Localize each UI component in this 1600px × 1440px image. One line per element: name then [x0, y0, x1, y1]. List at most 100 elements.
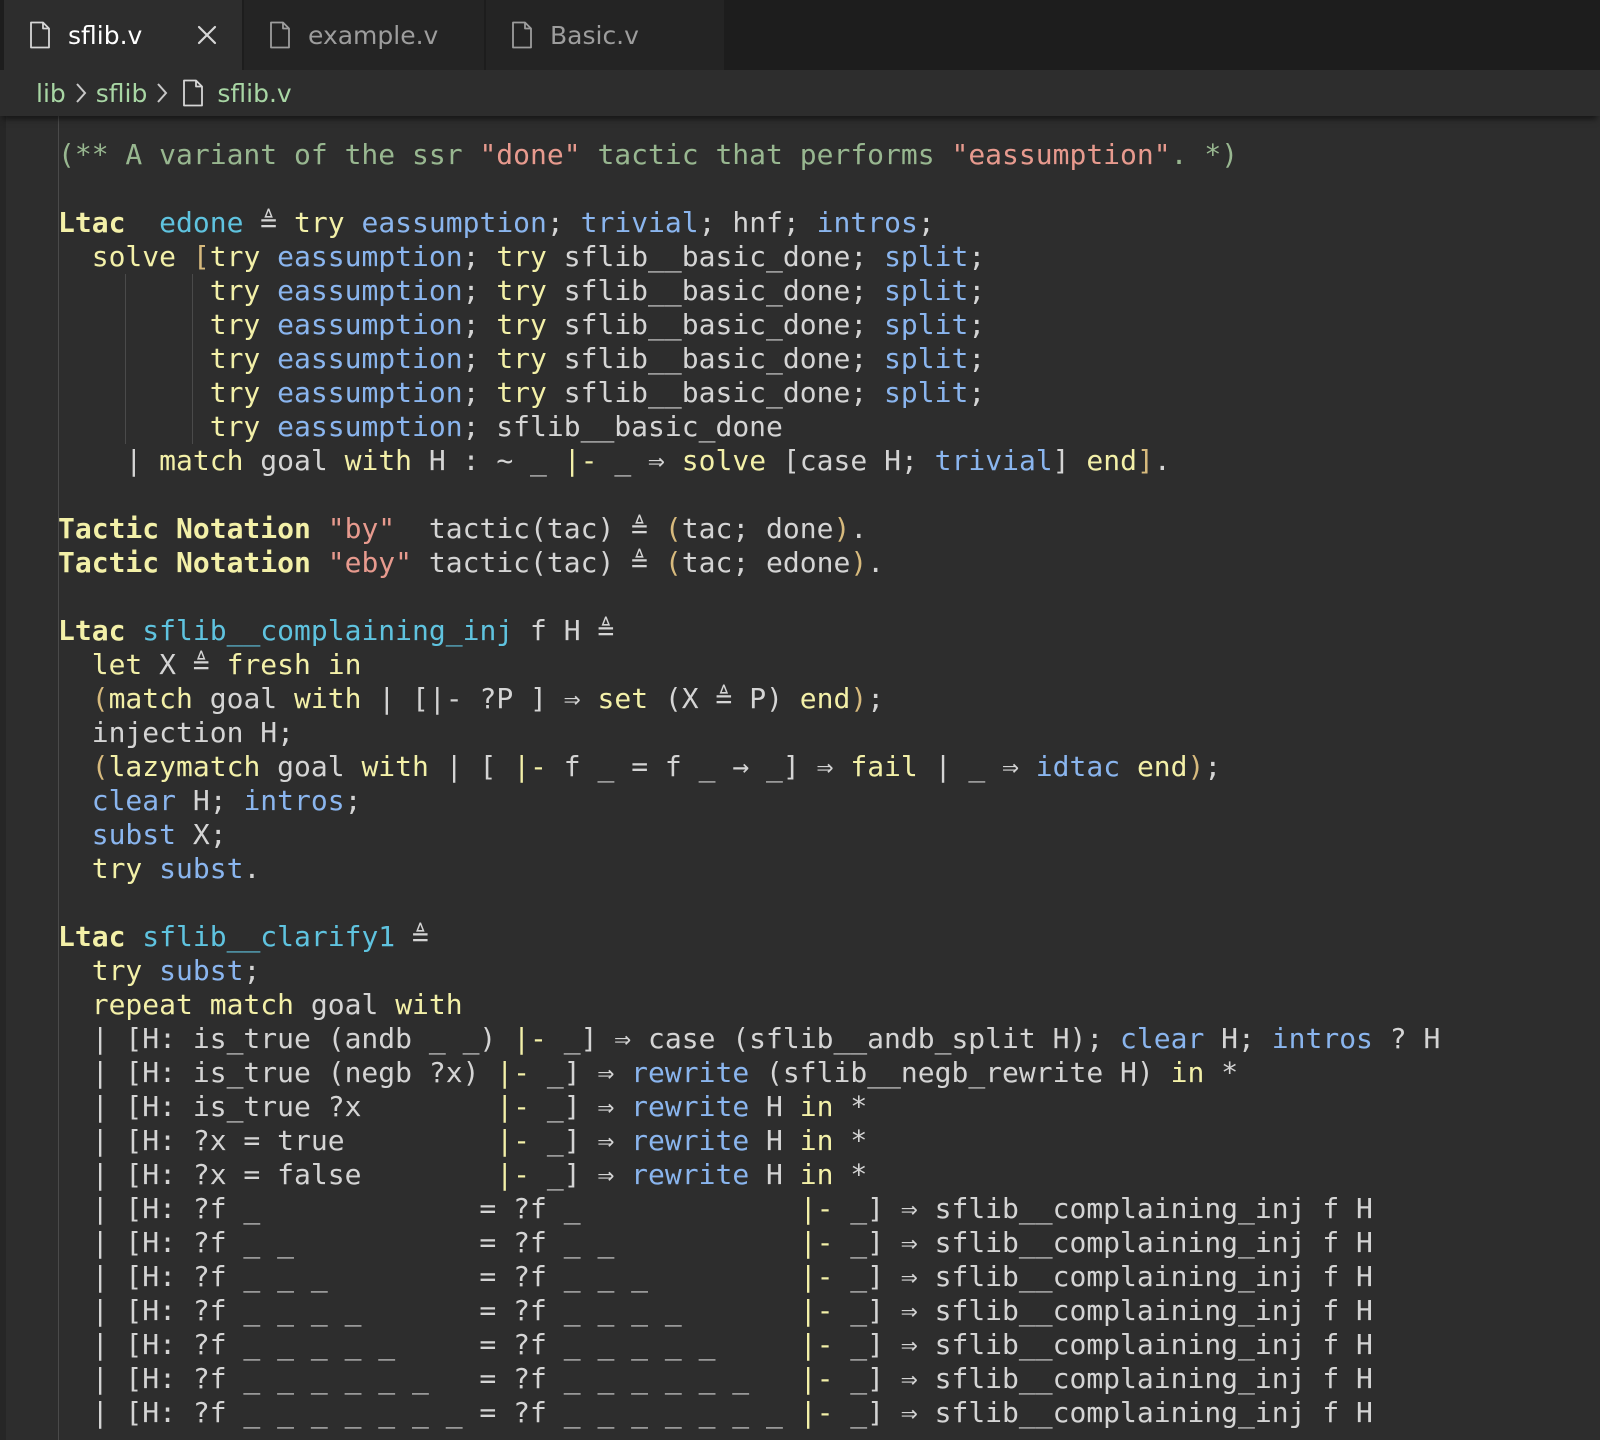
code-token: with: [294, 682, 362, 715]
code-token: _ ⇒: [597, 444, 682, 477]
code-line[interactable]: | [H: ?f _ _ = ?f _ _ |- _] ⇒ sflib__com…: [58, 1226, 1440, 1260]
code-token: |-: [799, 1396, 834, 1429]
code-token: ): [850, 682, 868, 715]
code-token: try: [496, 376, 547, 409]
code-token: X ≜: [142, 648, 227, 681]
code-line[interactable]: try subst.: [58, 852, 1440, 886]
code-token: ;: [546, 206, 581, 239]
code-token: ): [1187, 750, 1205, 783]
code-token: tac; edone: [681, 546, 851, 579]
code-token: idtac: [1035, 750, 1121, 783]
code-token: sflib__basic_done;: [546, 308, 885, 341]
code-token: ≜: [243, 206, 295, 239]
code-token: |-: [799, 1294, 834, 1327]
code-token: try: [91, 954, 143, 987]
code-token: fresh: [226, 648, 311, 681]
code-token: split: [884, 376, 969, 409]
code-token: ; sflib__basic_done: [462, 410, 783, 443]
code-line[interactable]: | [H: ?f _ _ _ = ?f _ _ _ |- _] ⇒ sflib_…: [58, 1260, 1440, 1294]
code-line[interactable]: (lazymatch goal with | [ |- f _ = f _ → …: [58, 750, 1440, 784]
code-content[interactable]: (** A variant of the ssr "done" tactic t…: [58, 138, 1440, 1430]
code-token: try: [496, 274, 547, 307]
code-token: ;: [917, 206, 935, 239]
breadcrumb-item-sflib[interactable]: sflib: [96, 79, 148, 108]
code-token: split: [884, 308, 969, 341]
code-line[interactable]: injection H;: [58, 716, 1440, 750]
code-token: intros: [243, 784, 345, 817]
code-editor[interactable]: (** A variant of the ssr "done" tactic t…: [0, 116, 1600, 1440]
code-line[interactable]: | [H: is_true (negb ?x) |- _] ⇒ rewrite …: [58, 1056, 1440, 1090]
code-line[interactable]: Tactic Notation "eby" tactic(tac) ≜ (tac…: [58, 546, 1440, 580]
code-token: H;: [1204, 1022, 1272, 1055]
code-line[interactable]: try subst;: [58, 954, 1440, 988]
code-line[interactable]: Ltac sflib__complaining_inj f H ≜: [58, 614, 1440, 648]
code-line[interactable]: subst X;: [58, 818, 1440, 852]
code-token: eassumption: [277, 274, 463, 307]
code-token: repeat: [91, 988, 193, 1021]
code-token: _] ⇒ sflib__complaining_inj f H: [833, 1192, 1373, 1225]
code-token: _] ⇒ case (sflib__andb_split H);: [546, 1022, 1121, 1055]
code-token: ;: [462, 240, 497, 273]
code-token: |-: [513, 1022, 547, 1055]
code-line[interactable]: | [H: ?f _ _ _ _ _ _ = ?f _ _ _ _ _ _ |-…: [58, 1362, 1440, 1396]
breadcrumb-item-lib[interactable]: lib: [36, 79, 66, 108]
code-line[interactable]: | [H: ?f _ _ _ _ _ _ _ = ?f _ _ _ _ _ _ …: [58, 1396, 1440, 1430]
code-line[interactable]: try eassumption; try sflib__basic_done; …: [58, 274, 1440, 308]
code-token: ;: [968, 308, 986, 341]
code-token: ;: [867, 682, 885, 715]
code-line[interactable]: Ltac edone ≜ try eassumption; trivial; h…: [58, 206, 1440, 240]
code-line[interactable]: [58, 478, 1440, 512]
code-token: ;: [462, 308, 497, 341]
code-line[interactable]: | [H: ?x = false |- _] ⇒ rewrite H in *: [58, 1158, 1440, 1192]
code-line[interactable]: (match goal with | [|- ?P ] ⇒ set (X ≜ P…: [58, 682, 1440, 716]
code-line[interactable]: (** A variant of the ssr "done" tactic t…: [58, 138, 1440, 172]
code-token: rewrite: [631, 1056, 750, 1089]
code-token: _] ⇒: [530, 1158, 632, 1191]
code-line[interactable]: try eassumption; try sflib__basic_done; …: [58, 308, 1440, 342]
tab-example-v[interactable]: example.v: [244, 0, 484, 70]
tab-sflib-v[interactable]: sflib.v: [4, 0, 242, 70]
code-line[interactable]: solve [try eassumption; try sflib__basic…: [58, 240, 1440, 274]
code-line[interactable]: Tactic Notation "by" tactic(tac) ≜ (tac;…: [58, 512, 1440, 546]
code-line[interactable]: [58, 886, 1440, 920]
code-token: try: [209, 410, 261, 443]
code-line[interactable]: | [H: ?f _ = ?f _ |- _] ⇒ sflib__complai…: [58, 1192, 1440, 1226]
code-line[interactable]: | [H: ?x = true |- _] ⇒ rewrite H in *: [58, 1124, 1440, 1158]
code-token: |-: [496, 1056, 531, 1089]
tab-basic-v[interactable]: Basic.v: [486, 0, 724, 70]
code-token: Tactic Notation: [58, 546, 311, 579]
code-token: .: [867, 546, 885, 579]
code-line[interactable]: | [H: is_true ?x |- _] ⇒ rewrite H in *: [58, 1090, 1440, 1124]
code-token: match: [108, 682, 193, 715]
code-token: try: [209, 376, 261, 409]
code-line[interactable]: try eassumption; try sflib__basic_done; …: [58, 376, 1440, 410]
code-token: with: [361, 750, 429, 783]
code-line[interactable]: Ltac sflib__clarify1 ≜: [58, 920, 1440, 954]
code-line[interactable]: | [H: ?f _ _ _ _ = ?f _ _ _ _ |- _] ⇒ sf…: [58, 1294, 1440, 1328]
code-line[interactable]: repeat match goal with: [58, 988, 1440, 1022]
code-token: | [H: is_true (andb _ _): [58, 1022, 514, 1055]
code-line[interactable]: | [H: ?f _ _ _ _ _ = ?f _ _ _ _ _ |- _] …: [58, 1328, 1440, 1362]
code-line[interactable]: let X ≜ fresh in: [58, 648, 1440, 682]
code-token: sflib__complaining_inj: [142, 614, 514, 647]
tab-label: example.v: [308, 20, 439, 50]
code-token: _] ⇒ sflib__complaining_inj f H: [833, 1260, 1373, 1293]
close-icon[interactable]: [194, 22, 220, 48]
code-line[interactable]: | [H: is_true (andb _ _) |- _] ⇒ case (s…: [58, 1022, 1441, 1056]
breadcrumb-item-file[interactable]: sflib.v: [217, 79, 291, 108]
code-token: ): [850, 546, 868, 579]
code-line[interactable]: try eassumption; try sflib__basic_done; …: [58, 342, 1440, 376]
code-line[interactable]: [58, 172, 1440, 206]
code-line[interactable]: [58, 580, 1440, 614]
code-line[interactable]: | match goal with H : ~ _ |- _ ⇒ solve […: [58, 444, 1440, 478]
code-token: _] ⇒: [530, 1056, 632, 1089]
code-line[interactable]: clear H; intros;: [58, 784, 1440, 818]
code-token: "done": [479, 138, 581, 171]
code-line[interactable]: try eassumption; sflib__basic_done: [58, 410, 1440, 444]
code-token: goal: [192, 682, 295, 715]
